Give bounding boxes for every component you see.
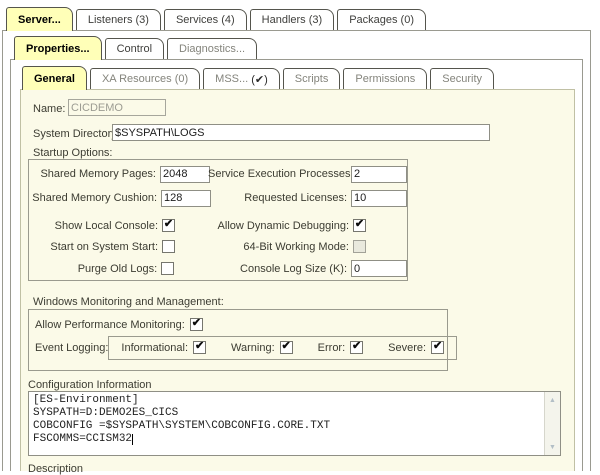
- tab-packages[interactable]: Packages (0): [337, 9, 426, 30]
- tab-handlers[interactable]: Handlers (3): [250, 9, 335, 30]
- tab-diagnostics[interactable]: Diagnostics...: [167, 38, 257, 59]
- check-icon: ✔: [433, 341, 442, 352]
- service-execution-processes-label: Service Execution Processes:: [208, 168, 347, 180]
- allow-dynamic-debugging-checkbox[interactable]: ✔: [353, 219, 366, 232]
- informational-label: Informational:: [121, 342, 188, 354]
- name-label: Name:: [33, 103, 65, 115]
- windows-monitoring-label: Windows Monitoring and Management:: [33, 296, 224, 308]
- monitoring-group: Allow Performance Monitoring: ✔ Event Lo…: [28, 309, 448, 371]
- mss-check-icon: (✔): [251, 73, 268, 86]
- severe-checkbox[interactable]: ✔: [431, 341, 444, 354]
- check-icon: ✔: [352, 341, 361, 352]
- check-icon: ✔: [282, 341, 291, 352]
- shared-memory-pages-label: Shared Memory Pages:: [29, 168, 156, 180]
- name-input[interactable]: [68, 99, 166, 116]
- purge-old-logs-label: Purge Old Logs:: [29, 263, 157, 275]
- server-level-tab-bar: Server... Listeners (3) Services (4) Han…: [6, 8, 429, 31]
- tab-mss[interactable]: MSS... (✔): [203, 68, 280, 89]
- console-log-size-input[interactable]: [351, 260, 407, 277]
- tab-control[interactable]: Control: [105, 38, 164, 59]
- shared-memory-cushion-input[interactable]: [161, 190, 211, 207]
- scroll-up-icon[interactable]: ▲: [545, 393, 560, 407]
- console-log-size-label: Console Log Size (K):: [209, 263, 347, 275]
- configuration-text[interactable]: [ES-Environment] SYSPATH=D:DEMO2ES_CICS …: [29, 392, 544, 455]
- shared-memory-pages-input[interactable]: [160, 166, 210, 183]
- check-icon: ✔: [192, 318, 201, 329]
- error-checkbox[interactable]: ✔: [350, 341, 363, 354]
- properties-level-tab-bar: Properties... Control Diagnostics...: [14, 37, 260, 60]
- system-directory-input[interactable]: [112, 124, 490, 141]
- scrollbar[interactable]: ▲ ▼: [544, 392, 560, 455]
- scroll-down-icon[interactable]: ▼: [545, 440, 560, 454]
- system-directory-label: System Directory:: [33, 128, 120, 140]
- start-on-system-start-checkbox[interactable]: [162, 240, 175, 253]
- shared-memory-cushion-label: Shared Memory Cushion:: [29, 192, 157, 204]
- allow-performance-monitoring-checkbox[interactable]: ✔: [190, 318, 203, 331]
- event-logging-group: Informational: ✔ Warning: ✔ Error: ✔ Sev…: [108, 336, 457, 360]
- warning-label: Warning:: [231, 342, 275, 354]
- tab-permissions[interactable]: Permissions: [343, 68, 427, 89]
- 64bit-working-mode-label: 64-Bit Working Mode:: [210, 241, 349, 253]
- check-icon: ✔: [355, 219, 364, 230]
- check-icon: ✔: [195, 341, 204, 352]
- error-label: Error:: [318, 342, 346, 354]
- configuration-information-editor: [ES-Environment] SYSPATH=D:DEMO2ES_CICS …: [28, 391, 561, 456]
- tab-xa-resources[interactable]: XA Resources (0): [90, 68, 200, 89]
- start-on-system-start-label: Start on System Start:: [29, 241, 158, 253]
- tab-general[interactable]: General: [22, 66, 87, 90]
- allow-performance-monitoring-label: Allow Performance Monitoring:: [35, 319, 185, 331]
- requested-licenses-input[interactable]: [351, 190, 407, 207]
- informational-checkbox[interactable]: ✔: [193, 341, 206, 354]
- warning-checkbox[interactable]: ✔: [280, 341, 293, 354]
- general-level-tab-bar: General XA Resources (0) MSS... (✔) Scri…: [22, 67, 497, 90]
- tab-server[interactable]: Server...: [6, 7, 73, 31]
- purge-old-logs-checkbox[interactable]: [161, 262, 174, 275]
- requested-licenses-label: Requested Licenses:: [209, 192, 347, 204]
- configuration-text-content: [ES-Environment] SYSPATH=D:DEMO2ES_CICS …: [33, 394, 330, 445]
- description-label: Description: [28, 463, 83, 475]
- event-logging-label: Event Logging:: [35, 342, 108, 354]
- tab-services[interactable]: Services (4): [164, 9, 247, 30]
- tab-security[interactable]: Security: [430, 68, 494, 89]
- show-local-console-checkbox[interactable]: ✔: [162, 219, 175, 232]
- check-icon: ✔: [164, 219, 173, 230]
- tab-mss-label: MSS...: [215, 73, 248, 85]
- show-local-console-label: Show Local Console:: [29, 220, 158, 232]
- severe-label: Severe:: [388, 342, 426, 354]
- startup-options-label: Startup Options:: [33, 147, 113, 159]
- service-execution-processes-input[interactable]: [351, 166, 407, 183]
- 64bit-working-mode-checkbox: [353, 240, 366, 253]
- tab-scripts[interactable]: Scripts: [283, 68, 341, 89]
- startup-options-group: Shared Memory Pages: Service Execution P…: [28, 159, 408, 281]
- allow-dynamic-debugging-label: Allow Dynamic Debugging:: [210, 220, 349, 232]
- tab-listeners[interactable]: Listeners (3): [76, 9, 161, 30]
- text-caret: [132, 434, 133, 445]
- tab-properties[interactable]: Properties...: [14, 36, 102, 60]
- configuration-information-label: Configuration Information: [28, 379, 152, 391]
